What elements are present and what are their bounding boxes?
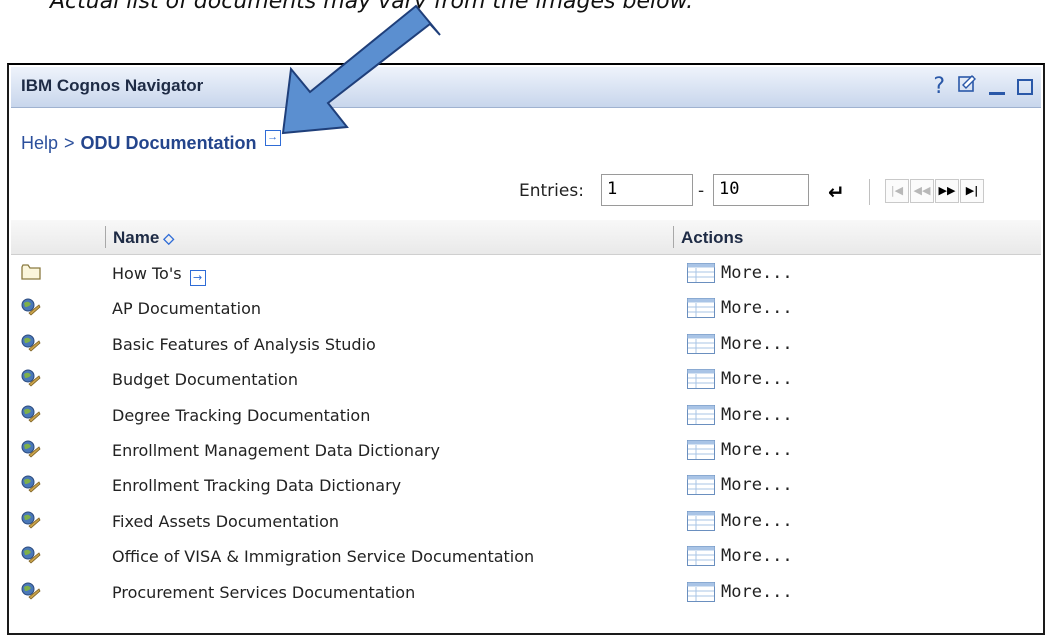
actions-table-icon <box>687 404 715 425</box>
breadcrumb-separator: > <box>64 133 75 153</box>
breadcrumb-current: ODU Documentation <box>80 133 257 153</box>
actions-table-icon <box>687 369 715 390</box>
more-label: More... <box>721 333 793 354</box>
more-label: More... <box>721 475 793 496</box>
list-item: Fixed Assets Documentation More... <box>11 505 1041 540</box>
more-actions-link[interactable]: More... <box>687 369 793 390</box>
actions-table-icon <box>687 475 715 496</box>
maximize-icon[interactable] <box>1017 78 1033 95</box>
actions-table-icon <box>687 263 715 283</box>
entry-name-link[interactable]: Enrollment Management Data Dictionary <box>112 441 440 460</box>
more-label: More... <box>721 510 793 531</box>
url-link-icon[interactable] <box>21 369 41 387</box>
first-page-icon[interactable]: |◀ <box>885 179 909 203</box>
entries-label: Entries: <box>519 181 584 201</box>
list-item: Enrollment Management Data Dictionary Mor… <box>11 434 1041 469</box>
list-item: Enrollment Tracking Data Dictionary More.… <box>11 469 1041 504</box>
entry-name-link[interactable]: Procurement Services Documentation <box>112 583 415 602</box>
more-label: More... <box>721 404 793 425</box>
minimize-icon[interactable] <box>989 92 1005 95</box>
folder-icon[interactable] <box>21 263 41 281</box>
list-item: Basic Features of Analysis Studio More... <box>11 328 1041 363</box>
entries-dash: - <box>698 181 705 201</box>
list-item: Office of VISA & Immigration Service Doc… <box>11 540 1041 575</box>
actions-table-icon <box>687 298 715 319</box>
url-link-icon[interactable] <box>21 511 41 529</box>
cognos-navigator-portlet: IBM Cognos Navigator ? Help > ODU Docume… <box>7 63 1045 635</box>
more-actions-link[interactable]: More... <box>687 440 793 460</box>
help-icon[interactable]: ? <box>933 74 945 100</box>
go-return-icon[interactable]: ↵ <box>828 180 845 204</box>
name-column-header[interactable]: Name ◇ <box>113 228 174 248</box>
url-link-icon[interactable] <box>21 440 41 458</box>
entry-name-link[interactable]: Fixed Assets Documentation <box>112 512 339 531</box>
more-label: More... <box>721 546 793 567</box>
name-column-label: Name <box>113 228 160 247</box>
actions-table-icon <box>687 581 715 602</box>
caption-text: Actual list of documents may vary from t… <box>50 0 694 14</box>
go-to-icon[interactable]: → <box>189 270 206 286</box>
list-item: How To's → More... <box>11 257 1041 292</box>
entry-name-link[interactable]: Degree Tracking Documentation <box>112 406 370 425</box>
url-link-icon[interactable] <box>21 334 41 352</box>
entries-pager: Entries: 1 - 10 ↵ |◀ ◀◀ ▶▶ ▶| <box>9 172 1043 212</box>
more-actions-link[interactable]: More... <box>687 298 793 319</box>
more-actions-link[interactable]: More... <box>687 263 793 283</box>
entry-name-link[interactable]: Budget Documentation <box>112 370 298 389</box>
entries-from-input[interactable]: 1 <box>601 174 693 206</box>
column-divider <box>105 226 106 248</box>
portlet-title: IBM Cognos Navigator <box>21 76 204 95</box>
next-page-icon[interactable]: ▶▶ <box>935 179 959 203</box>
actions-table-icon <box>687 546 715 567</box>
url-link-icon[interactable] <box>21 405 41 423</box>
properties-icon[interactable] <box>957 73 977 100</box>
list-item: Degree Tracking Documentation More... <box>11 399 1041 434</box>
breadcrumb-root-link[interactable]: Help <box>21 133 58 154</box>
entry-name-link[interactable]: AP Documentation <box>112 299 261 318</box>
actions-table-icon <box>687 510 715 531</box>
more-actions-link[interactable]: More... <box>687 404 793 425</box>
list-header: Name ◇ Actions <box>11 220 1041 255</box>
entry-name-link[interactable]: Basic Features of Analysis Studio <box>112 335 376 354</box>
entries-to-input[interactable]: 10 <box>713 174 809 206</box>
list-item: Procurement Services Documentation More..… <box>11 576 1041 611</box>
actions-table-icon <box>687 440 715 460</box>
entry-name-link[interactable]: Office of VISA & Immigration Service Doc… <box>112 547 534 566</box>
more-actions-link[interactable]: More... <box>687 581 793 602</box>
sort-icon[interactable]: ◇ <box>163 230 174 246</box>
more-actions-link[interactable]: More... <box>687 475 793 496</box>
pager-divider <box>869 179 870 205</box>
list-item: AP Documentation More... <box>11 292 1041 327</box>
portlet-titlebar: IBM Cognos Navigator ? <box>11 67 1041 108</box>
entry-name-link[interactable]: Enrollment Tracking Data Dictionary <box>112 476 401 495</box>
actions-column-header: Actions <box>681 228 744 247</box>
more-label: More... <box>721 263 793 283</box>
url-link-icon[interactable] <box>21 546 41 564</box>
more-label: More... <box>721 369 793 390</box>
url-link-icon[interactable] <box>21 475 41 493</box>
breadcrumb: Help > ODU Documentation → <box>21 129 281 154</box>
url-link-icon[interactable] <box>21 582 41 600</box>
more-label: More... <box>721 581 793 602</box>
more-actions-link[interactable]: More... <box>687 546 793 567</box>
go-to-icon[interactable]: → <box>264 129 281 146</box>
more-actions-link[interactable]: More... <box>687 333 793 354</box>
last-page-icon[interactable]: ▶| <box>960 179 984 203</box>
actions-table-icon <box>687 333 715 354</box>
previous-page-icon[interactable]: ◀◀ <box>910 179 934 203</box>
column-divider <box>673 226 674 248</box>
list-item: Budget Documentation More... <box>11 363 1041 398</box>
entry-name-link[interactable]: How To's → <box>112 264 206 286</box>
url-link-icon[interactable] <box>21 298 41 316</box>
more-label: More... <box>721 298 793 319</box>
more-actions-link[interactable]: More... <box>687 510 793 531</box>
more-label: More... <box>721 440 793 460</box>
